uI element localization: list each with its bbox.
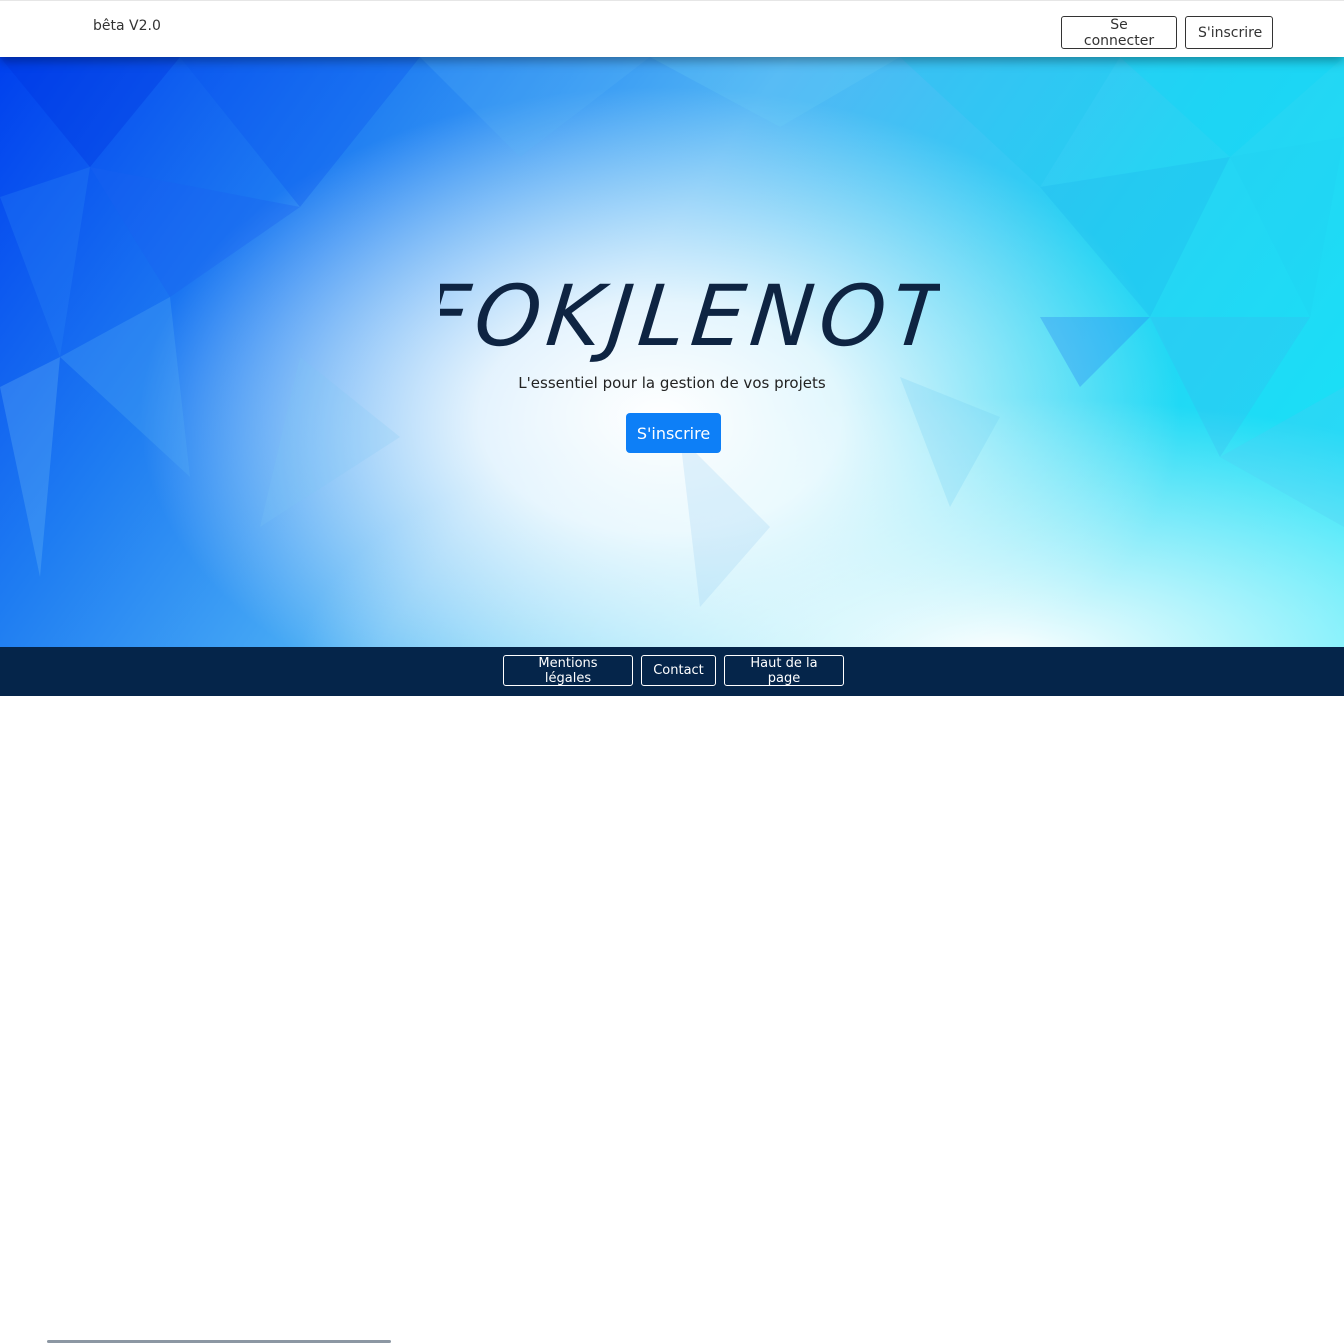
contact-button[interactable]: Contact [641,655,716,686]
signup-cta-button[interactable]: S'inscrire [626,413,721,453]
version-label: bêta V2.0 [93,18,161,34]
fokjlenot-logo: FOKJLENOT [440,267,940,362]
tagline: L'essentiel pour la gestion de vos proje… [518,374,826,392]
login-button[interactable]: Se connecter [1061,16,1177,49]
back-to-top-button[interactable]: Haut de la page [724,655,844,686]
signup-button-nav[interactable]: S'inscrire [1185,16,1273,49]
top-navbar: bêta V2.0 Se connecter S'inscrire [0,0,1344,57]
logo-text: FOKJLENOT [440,267,940,362]
hero-banner: FOKJLENOT L'essentiel pour la gestion de… [0,57,1344,647]
legal-notice-button[interactable]: Mentions légales [503,655,633,686]
footer: Mentions légales Contact Haut de la page [0,647,1344,1343]
